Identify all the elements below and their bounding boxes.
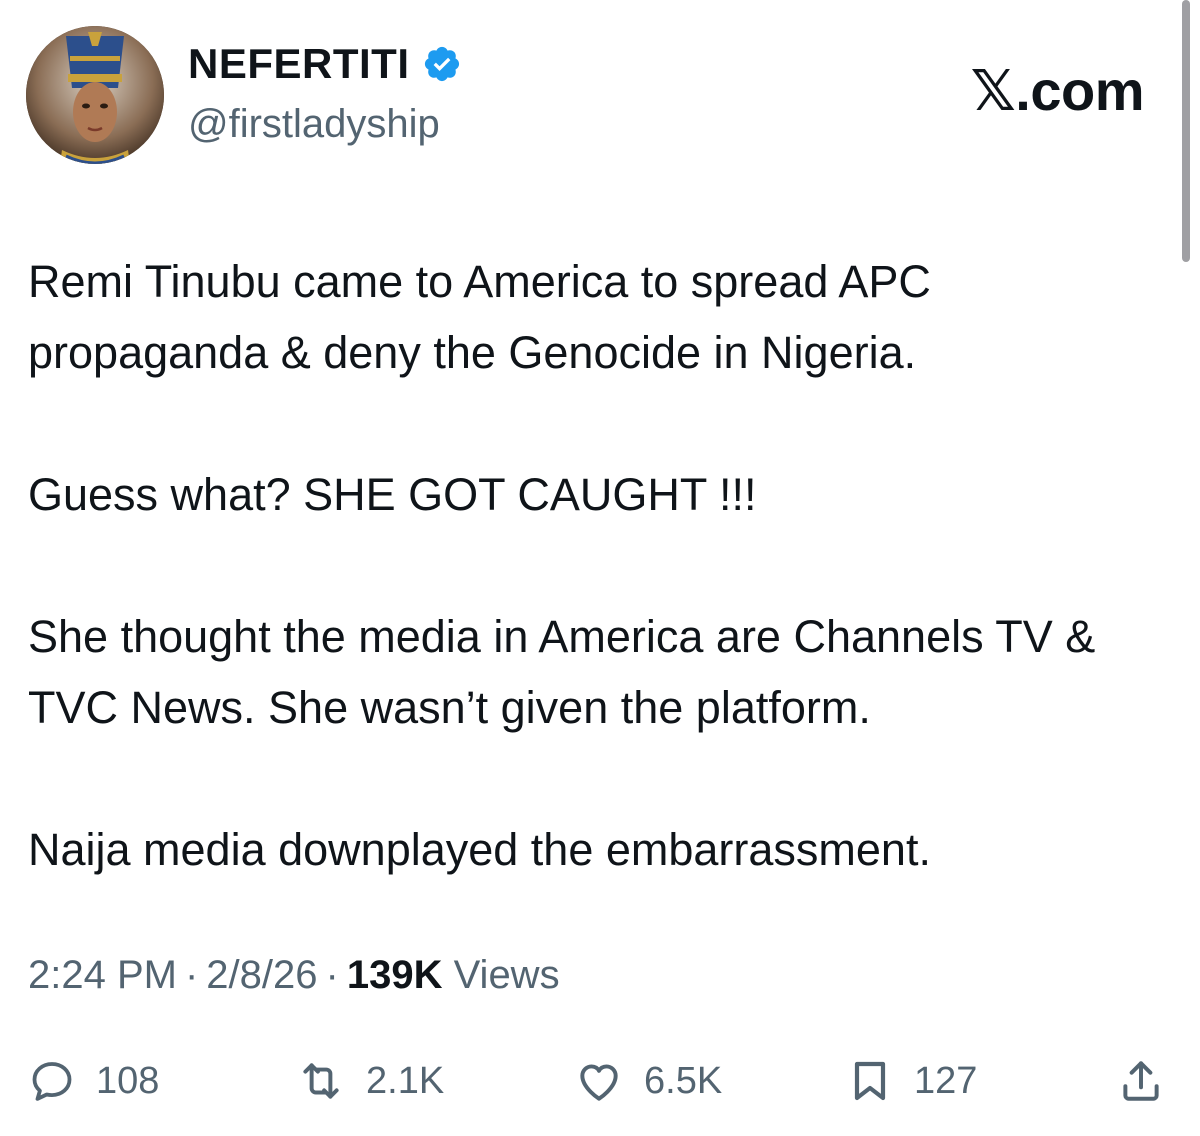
tweet-meta: 2:24 PM · 2/8/26 · 139K Views <box>28 953 560 998</box>
share-button[interactable] <box>1116 1046 1166 1116</box>
repost-icon <box>296 1056 346 1106</box>
views-count: 139K <box>346 953 443 997</box>
share-icon <box>1116 1056 1166 1106</box>
repost-button[interactable]: 2.1K <box>296 1046 444 1116</box>
views-label: Views <box>453 953 560 997</box>
meta-separator: · <box>184 953 199 997</box>
like-count: 6.5K <box>644 1059 723 1102</box>
bookmark-count: 127 <box>914 1059 978 1102</box>
verified-badge-icon[interactable] <box>422 44 462 84</box>
like-button[interactable]: 6.5K <box>574 1046 722 1116</box>
repost-count: 2.1K <box>366 1059 445 1102</box>
reply-icon <box>28 1057 76 1105</box>
avatar-nefertiti <box>26 26 164 164</box>
reply-button[interactable]: 108 <box>28 1046 159 1116</box>
tweet-text: Remi Tinubu came to America to spread AP… <box>28 246 1148 885</box>
author-row: NEFERTITI <box>188 40 462 88</box>
tweet-paragraph: Naija media downplayed the embarrassment… <box>28 824 931 875</box>
action-bar: 108 2.1K 6.5K 127 <box>0 1046 1200 1116</box>
tweet-paragraph: She thought the media in America are Cha… <box>28 611 1096 733</box>
tweet-paragraph: Remi Tinubu came to America to spread AP… <box>28 256 931 378</box>
tweet-date[interactable]: 2/8/26 <box>206 953 317 997</box>
meta-separator: · <box>325 953 339 997</box>
tweet-paragraph: Guess what? SHE GOT CAUGHT !!! <box>28 469 757 520</box>
reply-count: 108 <box>96 1059 160 1102</box>
scrollbar[interactable] <box>1182 0 1190 262</box>
author-display-name[interactable]: NEFERTITI <box>188 40 410 88</box>
x-logo: 𝕏.com <box>970 59 1145 122</box>
bookmark-button[interactable]: 127 <box>846 1046 977 1116</box>
avatar[interactable] <box>26 26 164 164</box>
tweet-time[interactable]: 2:24 PM <box>28 953 177 997</box>
bookmark-icon <box>846 1057 894 1105</box>
heart-icon <box>574 1056 624 1106</box>
author-handle[interactable]: @firstladyship <box>188 102 440 147</box>
